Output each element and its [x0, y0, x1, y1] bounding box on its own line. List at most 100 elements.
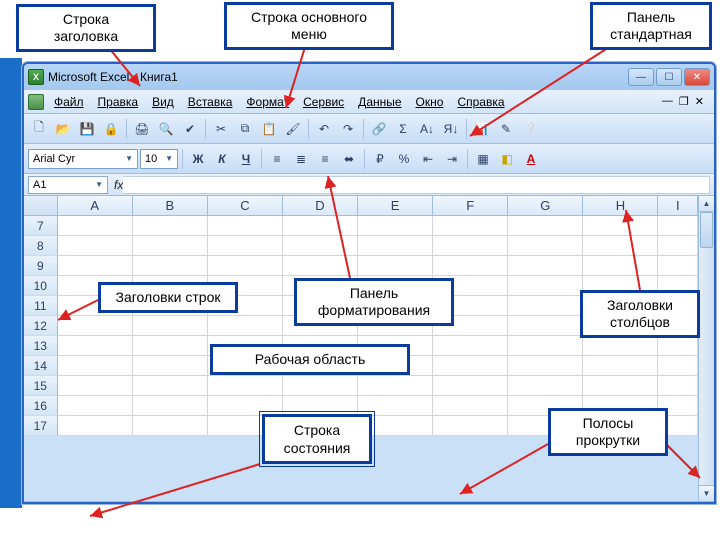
align-right-icon[interactable]: ≡ [314, 148, 336, 170]
cell[interactable] [433, 396, 508, 416]
bold-button[interactable]: Ж [187, 148, 209, 170]
cell[interactable] [358, 396, 433, 416]
cell[interactable] [583, 376, 658, 396]
cell[interactable] [658, 376, 698, 396]
scroll-left-icon[interactable]: ◀ [261, 502, 277, 504]
cell[interactable] [58, 416, 133, 436]
sheet-tab-1[interactable]: Лист1 [96, 502, 152, 504]
font-name-select[interactable]: Arial Cyr ▼ [28, 149, 138, 169]
cell[interactable] [508, 376, 583, 396]
cell[interactable] [508, 276, 583, 296]
cell[interactable] [508, 256, 583, 276]
cell[interactable] [433, 256, 508, 276]
cell[interactable] [58, 216, 133, 236]
cell[interactable] [658, 216, 698, 236]
currency-icon[interactable]: ₽ [369, 148, 391, 170]
font-size-select[interactable]: 10 ▼ [140, 149, 178, 169]
cell[interactable] [658, 256, 698, 276]
cell[interactable] [583, 336, 658, 356]
sort-asc-icon[interactable]: A↓ [416, 118, 438, 140]
menu-view[interactable]: Вид [146, 93, 180, 111]
tab-last-icon[interactable]: ⏭ [78, 502, 96, 504]
cell[interactable] [58, 376, 133, 396]
underline-button[interactable]: Ч [235, 148, 257, 170]
help-icon[interactable]: ❔ [519, 118, 541, 140]
cell[interactable] [583, 236, 658, 256]
save-icon[interactable]: 💾 [76, 118, 98, 140]
cell[interactable] [508, 296, 583, 316]
cell[interactable] [658, 236, 698, 256]
sheet-tab-3[interactable]: Лист3 [206, 502, 260, 504]
cell[interactable] [433, 216, 508, 236]
cell[interactable] [133, 316, 208, 336]
row-head[interactable]: 16 [24, 396, 58, 416]
cell[interactable] [433, 416, 508, 436]
cell[interactable] [358, 256, 433, 276]
tab-next-icon[interactable]: ▶ [60, 502, 78, 504]
autosum-icon[interactable]: Σ [392, 118, 414, 140]
cell[interactable] [58, 396, 133, 416]
merge-center-icon[interactable]: ⬌ [338, 148, 360, 170]
cell[interactable] [58, 316, 133, 336]
cell[interactable] [133, 216, 208, 236]
cell[interactable] [283, 256, 358, 276]
col-head-f[interactable]: F [433, 196, 508, 215]
decrease-indent-icon[interactable]: ⇤ [417, 148, 439, 170]
cell[interactable] [433, 336, 508, 356]
cell[interactable] [358, 236, 433, 256]
menu-data[interactable]: Данные [352, 93, 407, 111]
cell[interactable] [58, 256, 133, 276]
align-center-icon[interactable]: ≣ [290, 148, 312, 170]
cell[interactable] [133, 416, 208, 436]
cell[interactable] [508, 336, 583, 356]
row-head[interactable]: 11 [24, 296, 58, 316]
paste-icon[interactable]: 📋 [258, 118, 280, 140]
cell[interactable] [208, 256, 283, 276]
col-head-b[interactable]: B [133, 196, 208, 215]
cell[interactable] [508, 216, 583, 236]
cell[interactable] [583, 356, 658, 376]
borders-icon[interactable]: ▦ [472, 148, 494, 170]
menu-file[interactable]: Файл [48, 93, 90, 111]
format-painter-icon[interactable]: 🖌 [282, 118, 304, 140]
col-head-g[interactable]: G [508, 196, 583, 215]
menu-insert[interactable]: Вставка [182, 93, 239, 111]
percent-icon[interactable]: % [393, 148, 415, 170]
cell[interactable] [358, 376, 433, 396]
child-restore-button[interactable]: ❐ [679, 95, 689, 108]
child-minimize-button[interactable]: — [662, 95, 673, 108]
permission-icon[interactable]: 🔒 [100, 118, 122, 140]
cell[interactable] [658, 336, 698, 356]
vertical-scrollbar[interactable]: ▲ ▼ [698, 196, 714, 501]
horizontal-scrollbar[interactable]: ◀ ▶ [260, 502, 714, 504]
scroll-right-icon[interactable]: ▶ [698, 502, 714, 504]
cell[interactable] [283, 376, 358, 396]
menu-edit[interactable]: Правка [92, 93, 145, 111]
new-doc-icon[interactable]: 🗋 [28, 118, 50, 140]
col-head-e[interactable]: E [358, 196, 433, 215]
cell[interactable] [283, 236, 358, 256]
cell[interactable] [208, 316, 283, 336]
fill-color-icon[interactable]: ◧ [496, 148, 518, 170]
cell[interactable] [508, 316, 583, 336]
cell[interactable] [133, 396, 208, 416]
cell[interactable] [58, 236, 133, 256]
cell[interactable] [133, 336, 208, 356]
sort-desc-icon[interactable]: Я↓ [440, 118, 462, 140]
col-head-i[interactable]: I [658, 196, 698, 215]
scroll-thumb[interactable] [700, 212, 713, 248]
cell[interactable] [658, 356, 698, 376]
cell[interactable] [208, 216, 283, 236]
row-head[interactable]: 14 [24, 356, 58, 376]
select-all-corner[interactable] [24, 196, 58, 215]
cell[interactable] [208, 396, 283, 416]
preview-icon[interactable]: 🔍 [155, 118, 177, 140]
drawing-icon[interactable]: ✎ [495, 118, 517, 140]
open-icon[interactable]: 📂 [52, 118, 74, 140]
row-head[interactable]: 17 [24, 416, 58, 436]
row-head[interactable]: 9 [24, 256, 58, 276]
scroll-track[interactable] [277, 502, 698, 504]
scroll-up-icon[interactable]: ▲ [699, 196, 714, 212]
menu-window[interactable]: Окно [410, 93, 450, 111]
row-head[interactable]: 15 [24, 376, 58, 396]
